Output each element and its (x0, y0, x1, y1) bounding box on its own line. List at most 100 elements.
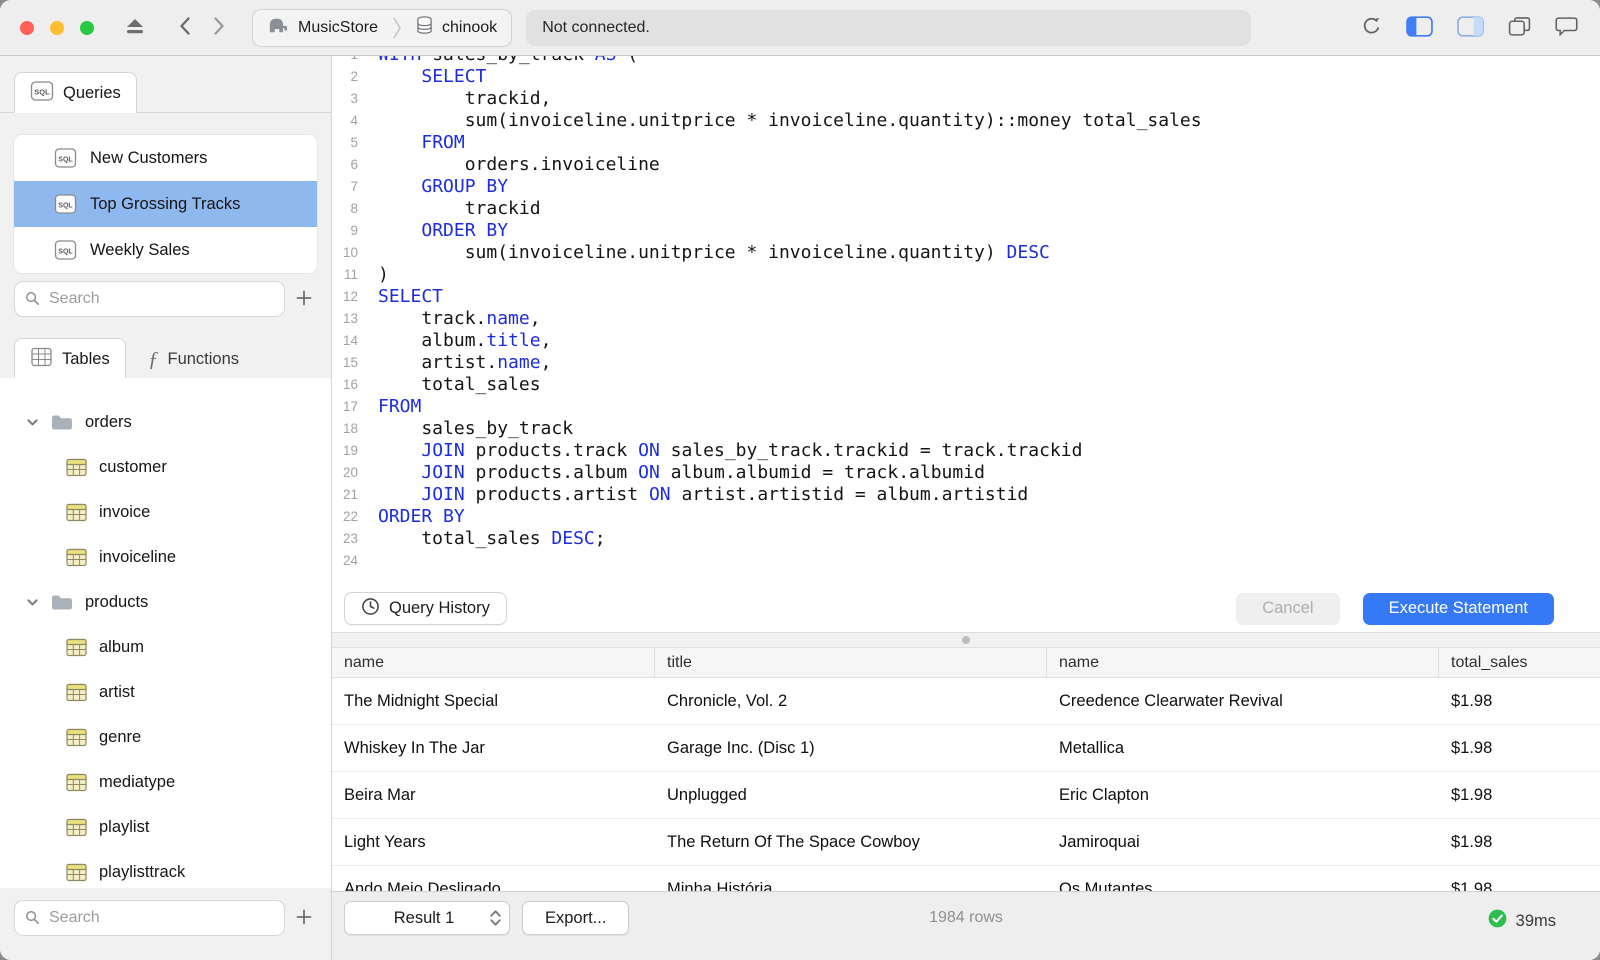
minimize-button[interactable] (50, 20, 64, 35)
code-line[interactable] (378, 550, 1202, 572)
line-number: 11 (343, 267, 358, 282)
schema-folder[interactable]: orders (0, 400, 331, 445)
code-line[interactable]: ORDER BY (378, 506, 1202, 528)
code-line[interactable]: JOIN products.album ON album.albumid = t… (378, 462, 1202, 484)
result-selector[interactable]: Result 1 (344, 901, 510, 935)
code-line[interactable]: trackid (378, 198, 1202, 220)
disclosure-chevron-icon[interactable] (26, 596, 39, 609)
sql-editor[interactable]: 123456789101112131415161718192021222324 … (332, 56, 1600, 585)
column-header[interactable]: name (1047, 648, 1439, 677)
code-line[interactable]: SELECT (378, 286, 1202, 308)
column-header[interactable]: name (332, 648, 655, 677)
code-line[interactable]: artist.name, (378, 352, 1202, 374)
tab-functions[interactable]: ƒ Functions (148, 349, 239, 370)
tree-item-label: artist (99, 683, 135, 701)
result-row[interactable]: The Midnight Special Chronicle, Vol. 2 Cre… (332, 678, 1600, 725)
show-tabs-button[interactable] (1508, 16, 1531, 40)
code-line[interactable]: total_sales DESC; (378, 528, 1202, 550)
breadcrumb-connection[interactable]: MusicStore (253, 10, 392, 46)
splitter-handle[interactable] (332, 632, 1600, 648)
app-window: MusicStore chinook Not connected. SQL Qu… (0, 0, 1600, 960)
refresh-button[interactable] (1361, 16, 1382, 40)
result-selector-label: Result 1 (393, 908, 455, 927)
line-number: 14 (342, 333, 358, 348)
toggle-right-sidebar-button[interactable] (1457, 15, 1484, 40)
result-row[interactable]: Beira Mar Unplugged Eric Clapton $1.98 (332, 772, 1600, 819)
code-line[interactable]: JOIN products.track ON sales_by_track.tr… (378, 440, 1202, 462)
code-line[interactable]: sales_by_track (378, 418, 1202, 440)
table-item[interactable]: genre (0, 715, 331, 760)
column-header[interactable]: total_sales (1439, 648, 1600, 677)
toggle-left-sidebar-button[interactable] (1406, 15, 1433, 40)
breadcrumb-database[interactable]: chinook (402, 10, 511, 46)
svg-text:SQL: SQL (58, 203, 73, 210)
code-line[interactable]: WITH sales_by_track AS ( (378, 56, 1202, 66)
disconnect-button[interactable] (124, 17, 146, 39)
disclosure-chevron-icon[interactable] (26, 416, 39, 429)
table-icon (66, 728, 87, 747)
table-search-input[interactable] (14, 900, 285, 936)
table-item[interactable]: invoiceline (0, 535, 331, 580)
code-line[interactable]: album.title, (378, 330, 1202, 352)
result-row[interactable]: Light Years The Return Of The Space Cowbo… (332, 819, 1600, 866)
tab-queries[interactable]: SQL Queries (14, 72, 137, 113)
zoom-button[interactable] (80, 20, 94, 35)
code-line[interactable]: FROM (378, 396, 1202, 418)
close-button[interactable] (20, 20, 34, 35)
sql-badge-icon: SQL (30, 80, 54, 107)
column-header[interactable]: title (655, 648, 1047, 677)
code-line[interactable]: trackid, (378, 88, 1202, 110)
result-cell: Metallica (1059, 738, 1125, 757)
query-history-button[interactable]: Query History (344, 592, 507, 625)
svg-text:SQL: SQL (34, 87, 50, 96)
windows-overlap-icon (1508, 16, 1531, 40)
forward-button[interactable] (213, 16, 226, 39)
code-line[interactable]: GROUP BY (378, 176, 1202, 198)
sql-file-icon: SQL (54, 147, 77, 169)
code-line[interactable]: ) (378, 264, 1202, 286)
add-table-button[interactable] (285, 900, 323, 936)
code-line[interactable]: orders.invoiceline (378, 154, 1202, 176)
code-line[interactable]: ORDER BY (378, 220, 1202, 242)
search-icon (25, 910, 40, 930)
table-icon (66, 818, 87, 837)
table-item[interactable]: playlist (0, 805, 331, 850)
code-line[interactable]: total_sales (378, 374, 1202, 396)
code-line[interactable]: sum(invoiceline.unitprice * invoiceline.… (378, 242, 1202, 264)
query-item[interactable]: SQL New Customers (14, 135, 317, 181)
result-row[interactable]: Ando Meio Desligado Minha História Os Muta… (332, 866, 1600, 891)
breadcrumb-database-label: chinook (442, 18, 498, 36)
line-number: 3 (350, 91, 358, 106)
code-line[interactable]: FROM (378, 132, 1202, 154)
query-search-input[interactable] (14, 281, 285, 317)
line-number: 21 (342, 487, 358, 502)
result-row[interactable]: Whiskey In The Jar Garage Inc. (Disc 1) Me… (332, 725, 1600, 772)
table-item[interactable]: mediatype (0, 760, 331, 805)
table-item[interactable]: customer (0, 445, 331, 490)
code-line[interactable]: track.name, (378, 308, 1202, 330)
back-button[interactable] (178, 16, 191, 39)
table-item[interactable]: artist (0, 670, 331, 715)
result-cell: Minha História (667, 879, 773, 892)
cancel-button[interactable]: Cancel (1236, 592, 1340, 625)
connection-status[interactable]: Not connected. (526, 9, 1252, 46)
add-query-button[interactable] (285, 281, 323, 317)
tab-tables[interactable]: Tables (14, 338, 126, 379)
code-line[interactable]: sum(invoiceline.unitprice * invoiceline.… (378, 110, 1202, 132)
table-item[interactable]: invoice (0, 490, 331, 535)
query-item-label: Weekly Sales (90, 240, 190, 259)
code-line[interactable]: JOIN products.artist ON artist.artistid … (378, 484, 1202, 506)
table-item[interactable]: album (0, 625, 331, 670)
schema-folder[interactable]: products (0, 580, 331, 625)
duration-label: 39ms (1515, 911, 1556, 930)
code-line[interactable]: SELECT (378, 66, 1202, 88)
query-item[interactable]: SQL Top Grossing Tracks (14, 181, 317, 227)
table-item[interactable]: playlisttrack (0, 850, 331, 888)
main-area: 123456789101112131415161718192021222324 … (332, 56, 1600, 960)
query-item[interactable]: SQL Weekly Sales (14, 227, 317, 273)
feedback-button[interactable] (1555, 16, 1578, 40)
export-button[interactable]: Export... (522, 901, 630, 935)
tree-item-label: playlisttrack (99, 863, 186, 881)
execute-statement-button[interactable]: Execute Statement (1362, 592, 1554, 625)
toolbar-actions (1361, 15, 1578, 40)
